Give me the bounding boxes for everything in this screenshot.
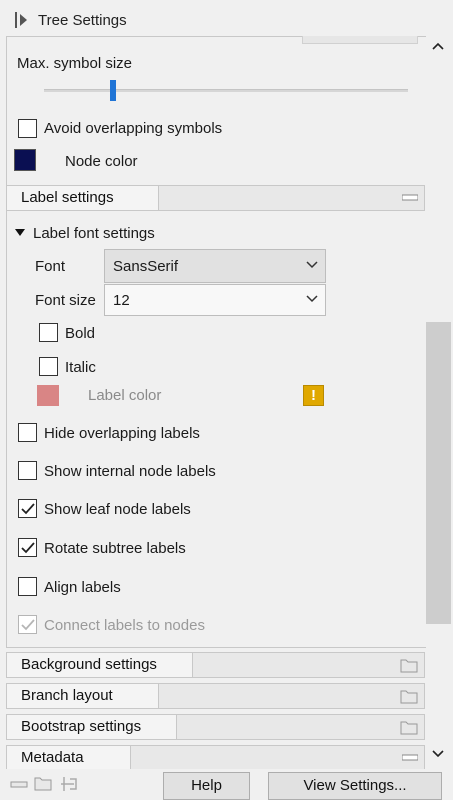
- bold-label: Bold: [65, 325, 96, 342]
- avoid-overlap-checkbox[interactable]: [18, 119, 37, 138]
- title-bar: Tree Settings: [0, 0, 453, 40]
- section-header[interactable]: Bootstrap settings: [6, 714, 425, 740]
- node-color-label: Node color: [65, 153, 138, 170]
- folder-icon[interactable]: [34, 775, 52, 791]
- label-option-checkbox[interactable]: [18, 499, 37, 518]
- label-color-label: Label color: [88, 387, 162, 404]
- expanded-triangle-icon[interactable]: [14, 228, 26, 238]
- label-option-label: Connect labels to nodes: [44, 617, 205, 634]
- label-option-label: Show internal node labels: [44, 463, 216, 480]
- label-option-label: Align labels: [44, 579, 121, 596]
- section-header[interactable]: Metadata: [6, 745, 425, 771]
- bold-checkbox[interactable]: [39, 323, 58, 342]
- label-option-checkbox[interactable]: [18, 577, 37, 596]
- max-symbol-size-label: Max. symbol size: [17, 55, 133, 72]
- section-header[interactable]: Branch layout: [6, 683, 425, 709]
- minimize-icon[interactable]: [402, 194, 418, 202]
- font-size-value: 12: [113, 292, 130, 309]
- scrollbar-thumb[interactable]: [426, 322, 451, 624]
- label-option-label: Hide overlapping labels: [44, 425, 200, 442]
- node-color-swatch[interactable]: [14, 149, 36, 171]
- label-font-settings-heading[interactable]: Label font settings: [33, 225, 155, 242]
- collapse-panel-icon[interactable]: [14, 11, 30, 29]
- label-option-checkbox: [18, 615, 37, 634]
- font-label: Font: [35, 258, 66, 275]
- minimize-icon[interactable]: [402, 754, 418, 762]
- help-button[interactable]: Help: [163, 772, 250, 800]
- label-option-checkbox[interactable]: [18, 461, 37, 480]
- label-option-checkbox[interactable]: [18, 538, 37, 557]
- folder-icon[interactable]: [400, 688, 418, 704]
- detach-icon[interactable]: [60, 776, 78, 792]
- warning-icon[interactable]: !: [303, 385, 324, 406]
- italic-label: Italic: [65, 359, 96, 376]
- view-settings-button[interactable]: View Settings...: [268, 772, 442, 800]
- chevron-down-icon: [306, 261, 318, 269]
- label-option-label: Show leaf node labels: [44, 501, 191, 518]
- scroll-down-icon[interactable]: [432, 750, 444, 758]
- avoid-overlap-label: Avoid overlapping symbols: [44, 120, 223, 137]
- font-size-select[interactable]: 12: [104, 284, 326, 316]
- symbol-size-slider-track[interactable]: [44, 89, 408, 92]
- minimize-all-icon[interactable]: [10, 779, 28, 789]
- font-select[interactable]: SansSerif: [104, 249, 326, 283]
- font-select-value: SansSerif: [113, 258, 179, 275]
- folder-icon[interactable]: [400, 657, 418, 673]
- section-title: Bootstrap settings: [7, 715, 177, 739]
- panel-title: Tree Settings: [38, 12, 127, 29]
- symbol-size-slider-thumb[interactable]: [110, 80, 116, 101]
- label-settings-header[interactable]: Label settings: [6, 185, 425, 211]
- scroll-up-icon[interactable]: [432, 42, 444, 50]
- section-header[interactable]: Background settings: [6, 652, 425, 678]
- chevron-down-icon: [306, 295, 318, 303]
- folder-icon[interactable]: [400, 719, 418, 735]
- label-option-label: Rotate subtree labels: [44, 540, 186, 557]
- label-option-checkbox[interactable]: [18, 423, 37, 442]
- label-color-swatch[interactable]: [37, 385, 59, 406]
- label-settings-title: Label settings: [7, 186, 159, 210]
- section-title: Background settings: [7, 653, 193, 677]
- clipped-field: [302, 36, 418, 44]
- italic-checkbox[interactable]: [39, 357, 58, 376]
- section-title: Metadata: [7, 746, 131, 770]
- section-title: Branch layout: [7, 684, 159, 708]
- font-size-label: Font size: [35, 292, 96, 309]
